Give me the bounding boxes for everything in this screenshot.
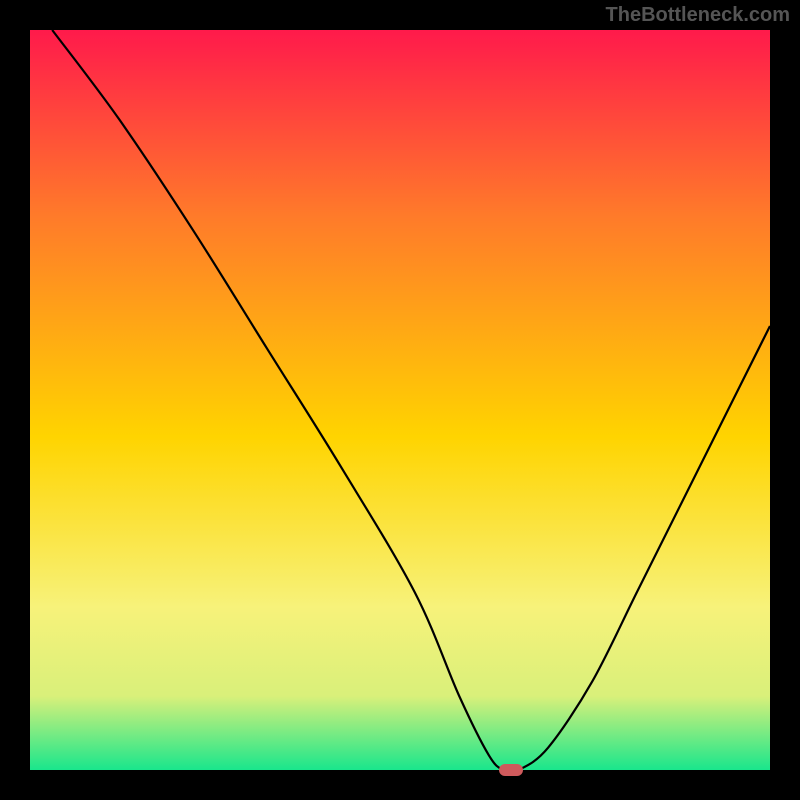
chart-container: TheBottleneck.com [0,0,800,800]
watermark-text: TheBottleneck.com [606,4,790,27]
bottleneck-chart [0,0,800,800]
optimal-marker [499,764,523,776]
plot-background [30,30,770,770]
